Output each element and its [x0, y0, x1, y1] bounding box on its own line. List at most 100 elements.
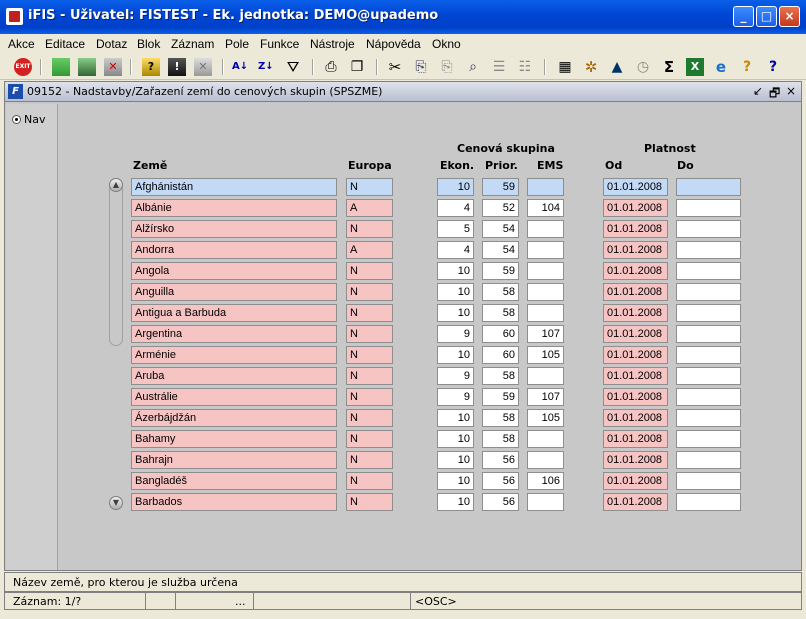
od-field[interactable]: 01.01.2008	[603, 178, 668, 196]
menu-blok[interactable]: Blok	[137, 37, 160, 51]
menu-zaznam[interactable]: Záznam	[171, 37, 214, 51]
ekon-field[interactable]: 10	[437, 304, 474, 322]
ekon-field[interactable]: 4	[437, 199, 474, 217]
do-field[interactable]	[676, 472, 741, 490]
ems-field[interactable]: 107	[527, 325, 564, 343]
ekon-field[interactable]: 9	[437, 367, 474, 385]
list-icon[interactable]: ☰	[490, 58, 508, 76]
exit-icon[interactable]: EXIT	[14, 58, 32, 76]
zeme-field[interactable]: Arménie	[131, 346, 337, 364]
europa-field[interactable]: N	[346, 430, 393, 448]
europa-field[interactable]: N	[346, 220, 393, 238]
do-field[interactable]	[676, 241, 741, 259]
od-field[interactable]: 01.01.2008	[603, 199, 668, 217]
prior-field[interactable]: 58	[482, 304, 519, 322]
zeme-field[interactable]: Alžírsko	[131, 220, 337, 238]
do-field[interactable]	[676, 283, 741, 301]
ems-field[interactable]: 107	[527, 388, 564, 406]
europa-field[interactable]: A	[346, 199, 393, 217]
menu-napoveda[interactable]: Nápověda	[366, 37, 421, 51]
ems-field[interactable]	[527, 262, 564, 280]
nav-radio[interactable]	[12, 115, 21, 124]
prior-field[interactable]: 60	[482, 325, 519, 343]
paste-icon[interactable]: ⎘	[412, 58, 430, 76]
prior-field[interactable]: 59	[482, 178, 519, 196]
zeme-field[interactable]: Albánie	[131, 199, 337, 217]
sort-desc-icon[interactable]: Z↓	[258, 58, 276, 76]
ekon-field[interactable]: 10	[437, 493, 474, 511]
od-field[interactable]: 01.01.2008	[603, 304, 668, 322]
do-field[interactable]	[676, 325, 741, 343]
od-field[interactable]: 01.01.2008	[603, 325, 668, 343]
do-field[interactable]	[676, 451, 741, 469]
prior-field[interactable]: 54	[482, 220, 519, 238]
do-field[interactable]	[676, 199, 741, 217]
zeme-field[interactable]: Angola	[131, 262, 337, 280]
ekon-field[interactable]: 9	[437, 325, 474, 343]
zeme-field[interactable]: Barbados	[131, 493, 337, 511]
do-field[interactable]	[676, 178, 741, 196]
ems-field[interactable]	[527, 451, 564, 469]
od-field[interactable]: 01.01.2008	[603, 367, 668, 385]
help-icon[interactable]: ?	[764, 58, 782, 76]
scroll-up-button[interactable]: ▲	[109, 178, 123, 192]
close-button[interactable]: ×	[779, 6, 800, 27]
europa-field[interactable]: N	[346, 283, 393, 301]
list-values-icon[interactable]: ☷	[516, 58, 534, 76]
prior-field[interactable]: 59	[482, 262, 519, 280]
prior-field[interactable]: 58	[482, 367, 519, 385]
ems-field[interactable]: 105	[527, 409, 564, 427]
ekon-field[interactable]: 10	[437, 262, 474, 280]
ems-field[interactable]	[527, 430, 564, 448]
print-icon[interactable]: ⎙	[322, 58, 340, 76]
clock-icon[interactable]: ◷	[634, 58, 652, 76]
do-field[interactable]	[676, 220, 741, 238]
calculator-icon[interactable]: ▦	[556, 58, 574, 76]
ie-icon[interactable]: e	[712, 58, 730, 76]
delete-record-icon[interactable]: ✕	[104, 58, 122, 76]
europa-field[interactable]: N	[346, 346, 393, 364]
ems-field[interactable]: 106	[527, 472, 564, 490]
europa-field[interactable]: N	[346, 493, 393, 511]
europa-field[interactable]: A	[346, 241, 393, 259]
prior-field[interactable]: 56	[482, 493, 519, 511]
menu-editace[interactable]: Editace	[45, 37, 85, 51]
europa-field[interactable]: N	[346, 325, 393, 343]
od-field[interactable]: 01.01.2008	[603, 262, 668, 280]
ekon-field[interactable]: 9	[437, 388, 474, 406]
sort-asc-icon[interactable]: A↓	[232, 58, 250, 76]
zeme-field[interactable]: Antigua a Barbuda	[131, 304, 337, 322]
form-close-button[interactable]: ×	[786, 84, 796, 98]
zeme-field[interactable]: Bangladéš	[131, 472, 337, 490]
europa-field[interactable]: N	[346, 262, 393, 280]
maximize-button[interactable]: □	[756, 6, 777, 27]
ems-field[interactable]	[527, 220, 564, 238]
europa-field[interactable]: N	[346, 388, 393, 406]
ems-field[interactable]	[527, 178, 564, 196]
europa-field[interactable]: N	[346, 409, 393, 427]
do-field[interactable]	[676, 262, 741, 280]
do-field[interactable]	[676, 430, 741, 448]
od-field[interactable]: 01.01.2008	[603, 451, 668, 469]
zeme-field[interactable]: Aruba	[131, 367, 337, 385]
find-icon[interactable]: ⌕	[464, 58, 482, 76]
menu-pole[interactable]: Pole	[225, 37, 249, 51]
ekon-field[interactable]: 10	[437, 451, 474, 469]
ekon-field[interactable]: 10	[437, 430, 474, 448]
zeme-field[interactable]: Ázerbájdžán	[131, 409, 337, 427]
zeme-field[interactable]: Argentina	[131, 325, 337, 343]
zeme-field[interactable]: Bahamy	[131, 430, 337, 448]
do-field[interactable]	[676, 304, 741, 322]
zeme-field[interactable]: Anguilla	[131, 283, 337, 301]
ems-field[interactable]	[527, 241, 564, 259]
form-minimize-button[interactable]: ↙	[753, 84, 763, 98]
do-field[interactable]	[676, 367, 741, 385]
form-restore-button[interactable]: 🗗	[769, 84, 780, 105]
menu-nastroje[interactable]: Nástroje	[310, 37, 355, 51]
scrollbar-track[interactable]	[109, 178, 123, 346]
menu-funkce[interactable]: Funkce	[260, 37, 299, 51]
prior-field[interactable]: 56	[482, 451, 519, 469]
cut-icon[interactable]: ✂	[386, 58, 404, 76]
ems-field[interactable]: 104	[527, 199, 564, 217]
od-field[interactable]: 01.01.2008	[603, 409, 668, 427]
